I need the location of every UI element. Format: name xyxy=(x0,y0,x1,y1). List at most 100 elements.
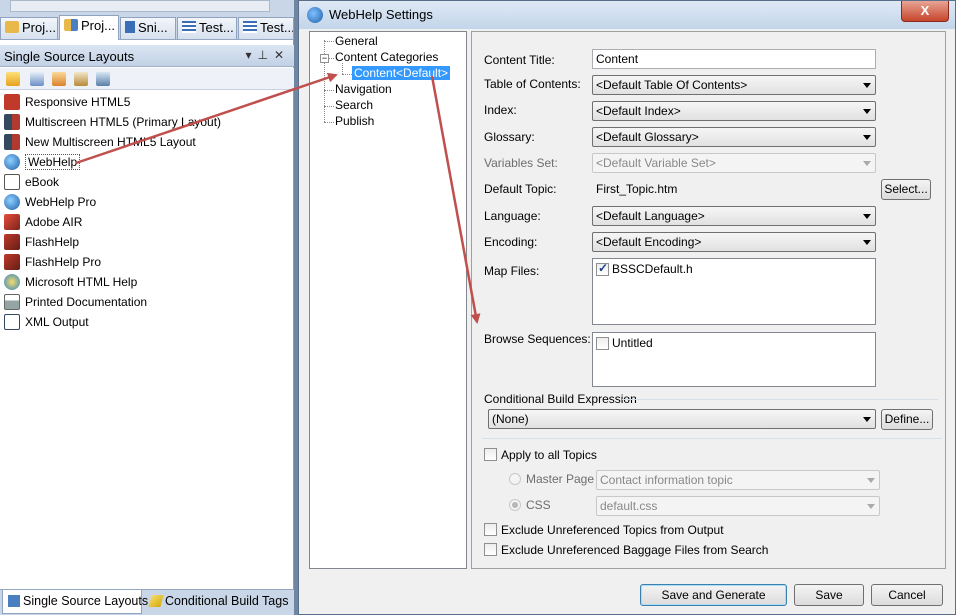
html-help-icon xyxy=(4,274,20,290)
webhelp-globe-icon xyxy=(307,7,323,23)
toc-select[interactable]: <Default Table Of Contents> xyxy=(592,75,876,95)
horizontal-scrollbar[interactable] xyxy=(10,0,270,12)
tree-node-content-default[interactable]: Content<Default> xyxy=(352,66,451,80)
master-page-select: Contact information topic xyxy=(596,470,880,490)
cbe-label: Conditional Build Expression xyxy=(484,392,637,406)
globe-icon xyxy=(4,194,20,210)
layout-item-new-multiscreen[interactable]: New Multiscreen HTML5 Layout xyxy=(4,134,196,152)
tab-test-2[interactable]: Test... xyxy=(238,17,294,39)
layout-item-responsive-html5[interactable]: Responsive HTML5 xyxy=(4,94,130,112)
dialog-titlebar[interactable]: WebHelp Settings X xyxy=(299,1,955,29)
chevron-down-icon xyxy=(863,109,871,114)
panel-tab-strip: Single Source Layouts Conditional Build … xyxy=(0,589,294,615)
toc-label: Table of Contents: xyxy=(484,77,581,91)
tree-node-content-categories[interactable]: Content Categories xyxy=(335,50,438,64)
index-label: Index: xyxy=(484,103,517,117)
layout-item-webhelp[interactable]: WebHelp xyxy=(4,154,81,172)
default-topic-field: First_Topic.htm xyxy=(592,179,876,199)
responsive-html5-icon xyxy=(4,94,20,110)
browse-sequences-label: Browse Sequences: xyxy=(484,332,591,346)
tree-node-search[interactable]: Search xyxy=(335,98,373,112)
language-select[interactable]: <Default Language> xyxy=(592,206,876,226)
tab-test-1[interactable]: Test... xyxy=(177,17,237,39)
dropdown-arrow-icon[interactable]: ▾ xyxy=(245,48,257,62)
encoding-select[interactable]: <Default Encoding> xyxy=(592,232,876,252)
map-files-list[interactable]: BSSCDefault.h xyxy=(592,258,876,325)
define-button[interactable]: Define... xyxy=(881,409,933,430)
content-title-input[interactable]: Content xyxy=(592,49,876,69)
map-file-item[interactable]: BSSCDefault.h xyxy=(612,262,693,276)
browse-sequences-list[interactable]: Untitled xyxy=(592,332,876,387)
layout-item-multiscreen-primary[interactable]: Multiscreen HTML5 (Primary Layout) xyxy=(4,114,221,132)
close-icon[interactable]: ✕ xyxy=(274,48,290,62)
save-and-generate-button[interactable]: Save and Generate xyxy=(640,584,787,606)
project-icon xyxy=(64,19,78,31)
exclude-topics-checkbox[interactable] xyxy=(484,523,497,536)
chevron-down-icon xyxy=(863,135,871,140)
browse-sequence-item[interactable]: Untitled xyxy=(612,336,653,350)
exclude-baggage-label[interactable]: Exclude Unreferenced Baggage Files from … xyxy=(501,543,768,557)
generate-icon[interactable] xyxy=(52,72,66,86)
tree-line xyxy=(324,41,334,42)
xml-icon xyxy=(4,314,20,330)
map-file-checkbox[interactable] xyxy=(596,261,609,276)
layouts-icon xyxy=(8,595,20,607)
tree-node-navigation[interactable]: Navigation xyxy=(335,82,392,96)
copy-layout-icon[interactable] xyxy=(30,72,44,86)
layout-item-ebook[interactable]: eBook xyxy=(4,174,59,192)
select-topic-button[interactable]: Select... xyxy=(881,179,931,200)
tree-line xyxy=(324,106,334,107)
group-divider xyxy=(622,399,938,400)
flash-icon xyxy=(4,234,20,250)
collapse-icon[interactable]: − xyxy=(320,54,329,63)
master-page-label: Master Page xyxy=(526,472,595,486)
glossary-select[interactable]: <Default Glossary> xyxy=(592,127,876,147)
settings-tree: − General Content Categories Content<Def… xyxy=(309,31,467,569)
layout-item-printed-doc[interactable]: Printed Documentation xyxy=(4,294,147,312)
save-button[interactable]: Save xyxy=(794,584,864,606)
chevron-down-icon xyxy=(863,417,871,422)
exclude-baggage-checkbox[interactable] xyxy=(484,543,497,556)
cancel-button[interactable]: Cancel xyxy=(871,584,943,606)
tab-single-source-layouts[interactable]: Single Source Layouts xyxy=(2,590,148,614)
browse-sequence-checkbox[interactable] xyxy=(596,337,609,350)
chevron-down-icon xyxy=(863,161,871,166)
layout-item-flashhelp[interactable]: FlashHelp xyxy=(4,234,79,252)
tab-project-2[interactable]: Proj... xyxy=(59,15,119,40)
tree-node-publish[interactable]: Publish xyxy=(335,114,374,128)
apply-all-checkbox[interactable] xyxy=(484,448,497,461)
view-icon[interactable] xyxy=(74,72,88,86)
tag-icon xyxy=(148,595,164,607)
layout-item-xml-output[interactable]: XML Output xyxy=(4,314,89,332)
cbe-select[interactable]: (None) xyxy=(488,409,876,429)
chevron-down-icon xyxy=(867,478,875,483)
tab-conditional-build-tags[interactable]: Conditional Build Tags xyxy=(145,590,293,614)
exclude-topics-label[interactable]: Exclude Unreferenced Topics from Output xyxy=(501,523,724,537)
pin-icon[interactable]: ⊥ xyxy=(257,48,273,62)
layout-item-ms-html-help[interactable]: Microsoft HTML Help xyxy=(4,274,137,292)
variables-set-select: <Default Variable Set> xyxy=(592,153,876,173)
multiscreen-icon xyxy=(4,114,20,130)
css-label: CSS xyxy=(526,498,551,512)
apply-all-label[interactable]: Apply to all Topics xyxy=(501,448,597,462)
folder-icon xyxy=(5,21,19,33)
layout-item-adobe-air[interactable]: Adobe AIR xyxy=(4,214,82,232)
glossary-label: Glossary: xyxy=(484,130,535,144)
tab-project-1[interactable]: Proj... xyxy=(0,17,58,39)
table-icon xyxy=(243,21,257,33)
new-layout-icon[interactable] xyxy=(6,72,20,86)
chevron-down-icon xyxy=(867,504,875,509)
layout-item-flashhelp-pro[interactable]: FlashHelp Pro xyxy=(4,254,101,272)
close-button[interactable]: X xyxy=(901,1,949,22)
properties-icon[interactable] xyxy=(96,72,110,86)
panel-toolbar xyxy=(0,68,294,90)
tab-snippets[interactable]: Sni... xyxy=(120,17,176,39)
tree-line xyxy=(324,90,334,91)
layout-item-webhelp-pro[interactable]: WebHelp Pro xyxy=(4,194,96,212)
panel-title: Single Source Layouts xyxy=(4,49,135,64)
chevron-down-icon xyxy=(863,83,871,88)
left-panel: Proj... Proj... Sni... Test... Test... S… xyxy=(0,0,294,615)
index-select[interactable]: <Default Index> xyxy=(592,101,876,121)
tree-node-general[interactable]: General xyxy=(335,34,378,48)
group-divider xyxy=(482,438,942,439)
